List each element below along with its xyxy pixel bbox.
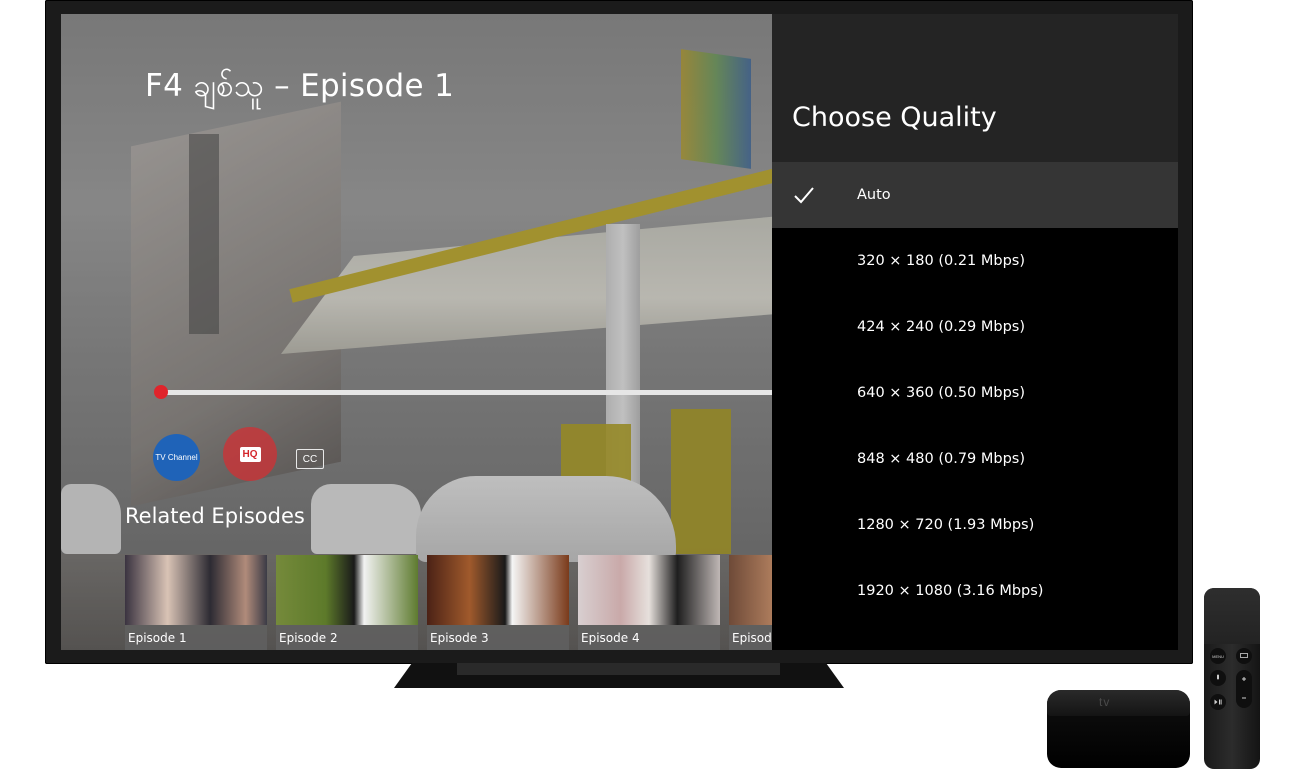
progress-scrubber-handle[interactable] [154, 385, 168, 399]
video-player[interactable]: F4 ချစ်သူ – Episode 1 TV Channel HQ CC R… [61, 14, 772, 650]
episode-card[interactable]: Episode 3 [427, 555, 569, 650]
microphone-icon [1217, 674, 1219, 680]
episode-label: Episode 5 [732, 631, 772, 645]
hq-icon: HQ [239, 446, 261, 462]
tv-screen: F4 ချစ်သူ – Episode 1 TV Channel HQ CC R… [61, 14, 1178, 650]
play-pause-icon [1214, 699, 1222, 705]
related-episodes-row: Episode 1 Episode 2 Episode 3 Episode 4 [125, 555, 772, 650]
apple-tv-logo: tv [1099, 695, 1111, 709]
quality-option-label: 424 × 240 (0.29 Mbps) [857, 319, 1026, 335]
quality-option-480p[interactable]: 848 × 480 (0.79 Mbps) [772, 426, 1178, 492]
quality-option-180p[interactable]: 320 × 180 (0.21 Mbps) [772, 228, 1178, 294]
quality-option-label: 320 × 180 (0.21 Mbps) [857, 253, 1026, 269]
progress-bar[interactable] [160, 390, 772, 395]
remote-siri-button [1210, 670, 1226, 686]
episode-thumbnail [125, 555, 267, 625]
remote-menu-button: MENU [1210, 648, 1226, 664]
quality-option-1080p[interactable]: 1920 × 1080 (3.16 Mbps) [772, 558, 1178, 624]
remote-play-pause-button [1210, 694, 1226, 710]
quality-option-label: 1920 × 1080 (3.16 Mbps) [857, 583, 1044, 599]
episode-card[interactable]: Episode 2 [276, 555, 418, 650]
quality-option-360p[interactable]: 640 × 360 (0.50 Mbps) [772, 360, 1178, 426]
remote-volume-rocker [1236, 670, 1252, 708]
episode-card[interactable]: Episode 1 [125, 555, 267, 650]
checkmark-icon [794, 187, 814, 204]
tv-channel-button[interactable]: TV Channel [153, 434, 200, 481]
episode-label: Episode 4 [581, 631, 640, 645]
episode-thumbnail [427, 555, 569, 625]
video-title: F4 ချစ်သူ – Episode 1 [145, 68, 455, 104]
episode-label: Episode 3 [430, 631, 489, 645]
tv-icon [1240, 653, 1248, 658]
volume-icon [1242, 677, 1246, 699]
apple-tv-box: tv [1047, 690, 1190, 768]
quality-option-label: 848 × 480 (0.79 Mbps) [857, 451, 1026, 467]
quality-option-label: 1280 × 720 (1.93 Mbps) [857, 517, 1035, 533]
episode-thumbnail [729, 555, 772, 625]
quality-menu-header: Choose Quality [772, 14, 1178, 162]
related-episodes-heading: Related Episodes [125, 504, 305, 528]
episode-thumbnail [578, 555, 720, 625]
remote-tv-button [1236, 648, 1252, 664]
remote-touch-surface [1204, 588, 1260, 644]
quality-option-240p[interactable]: 424 × 240 (0.29 Mbps) [772, 294, 1178, 360]
quality-option-720p[interactable]: 1280 × 720 (1.93 Mbps) [772, 492, 1178, 558]
episode-card[interactable]: Episode 5 [729, 555, 772, 650]
quality-menu-panel: Choose Quality Auto 320 × 180 (0.21 Mbps… [772, 14, 1178, 650]
episode-card[interactable]: Episode 4 [578, 555, 720, 650]
quality-option-label: Auto [857, 187, 891, 203]
episode-label: Episode 1 [128, 631, 187, 645]
quality-option-label: 640 × 360 (0.50 Mbps) [857, 385, 1026, 401]
siri-remote: MENU [1204, 588, 1260, 769]
episode-label: Episode 2 [279, 631, 338, 645]
quality-button[interactable]: HQ [223, 427, 277, 481]
apple-tv-box-top: tv [1047, 690, 1190, 716]
closed-captions-button[interactable]: CC [296, 449, 324, 469]
quality-option-auto[interactable]: Auto [772, 162, 1178, 228]
quality-menu-title: Choose Quality [792, 102, 997, 133]
tv-stand-base [457, 663, 780, 675]
episode-thumbnail [276, 555, 418, 625]
